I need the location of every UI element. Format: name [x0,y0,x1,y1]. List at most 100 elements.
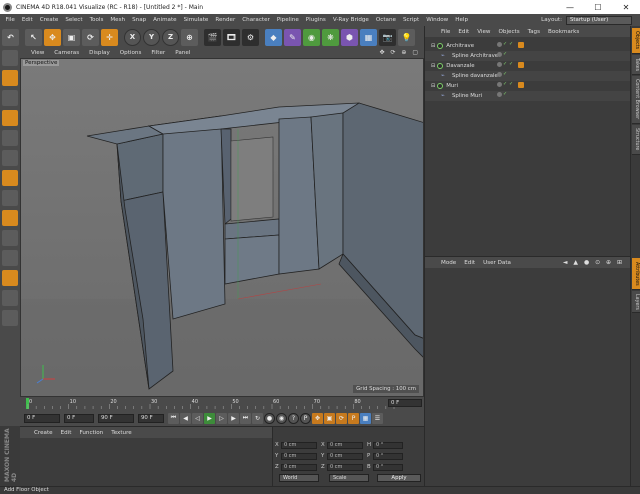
loop-icon[interactable]: ↻ [252,412,263,424]
y-axis-lock-button[interactable]: Y [143,28,160,46]
recent-tool-icon[interactable]: ✛ [101,28,118,46]
render-picture-viewer-icon[interactable]: 🎞 [223,28,240,46]
visibility-dot-icon[interactable] [497,92,502,97]
object-row-spline-davanzale[interactable]: ⌁ Spline davanzale ✓ [425,71,631,81]
collapse-toggle-icon[interactable]: ⊟ [431,83,435,89]
tab-structure[interactable]: Structure [632,125,640,155]
close-button[interactable]: ✕ [612,0,640,14]
visibility-dot-icon[interactable] [497,42,502,47]
move-key-icon[interactable]: ✥ [312,412,323,424]
start-frame-field[interactable]: 0 F [24,413,60,423]
size-z-field[interactable]: 0 cm [327,463,363,471]
preview-end-field[interactable]: 90 F [138,413,164,423]
render-view-icon[interactable]: 🎬 [204,28,221,46]
phong-tag-icon[interactable] [518,62,524,68]
coordinate-mode-dropdown[interactable]: World [279,474,319,482]
move-tool-icon[interactable]: ✥ [44,28,61,46]
material-menu-function[interactable]: Function [75,430,107,436]
menu-window[interactable]: Window [423,17,452,23]
visibility-dot-icon[interactable] [497,82,502,87]
maximize-button[interactable]: ☐ [584,0,612,14]
menu-file[interactable]: File [2,17,18,23]
object-row-davanzale[interactable]: ⊟ Davanzale ✓ ✓ [425,61,631,71]
tab-content-browser[interactable]: Content Browser [632,76,640,124]
model-mode-icon[interactable] [2,70,18,86]
enable-axis-icon[interactable] [2,190,18,206]
autokey-icon[interactable]: ◉ [276,412,287,424]
material-menu-edit[interactable]: Edit [57,430,76,436]
rotation-b-field[interactable]: 0 ° [373,463,403,471]
menu-snap[interactable]: Snap [129,17,150,23]
position-key-icon[interactable]: P [300,412,311,424]
viewport-menu-display[interactable]: Display [84,50,115,56]
phong-tag-icon[interactable] [518,42,524,48]
visibility-dot-icon[interactable] [497,62,502,67]
tab-layers[interactable]: Layers [632,291,640,313]
subdivision-surface-icon[interactable]: ◉ [303,28,320,46]
menu-pipeline[interactable]: Pipeline [273,17,302,23]
workplane-lock-icon[interactable] [2,270,18,286]
previous-key-icon[interactable]: ◀ [180,412,191,424]
cloner-icon[interactable]: ❋ [322,28,339,46]
layout-select[interactable]: Startup (User) [566,15,632,25]
rotation-p-field[interactable]: 0 ° [373,452,403,460]
make-editable-icon[interactable] [2,50,18,66]
floor-object-icon[interactable]: ▦ [360,28,377,46]
object-menu-tags[interactable]: Tags [524,29,544,35]
material-menu-create[interactable]: Create [30,430,57,436]
next-frame-icon[interactable]: ▷ [216,412,227,424]
rotation-h-field[interactable]: 0 ° [373,441,403,449]
menu-render[interactable]: Render [212,17,239,23]
enabled-check-icon[interactable]: ✓ [509,42,514,47]
camera-icon[interactable]: 📷 [379,28,396,46]
coordinate-system-icon[interactable]: ⊕ [181,28,198,46]
apply-button[interactable]: Apply [377,474,421,482]
go-to-start-icon[interactable]: ⏮ [168,412,179,424]
visibility-dot-icon[interactable] [497,72,502,77]
lock-workplane-icon[interactable] [2,310,18,326]
menu-select[interactable]: Select [62,17,86,23]
viewport-menu-cameras[interactable]: Cameras [49,50,84,56]
live-selection-icon[interactable]: ↖ [25,28,42,46]
menu-tools[interactable]: Tools [86,17,107,23]
enabled-check-icon[interactable]: ✓ [503,92,508,97]
perspective-viewport[interactable]: Perspective Grid Spacing : 100 cm [20,58,424,397]
x-axis-lock-button[interactable]: X [124,28,141,46]
edit-render-settings-icon[interactable]: ⚙ [242,28,259,46]
enabled-check-icon[interactable]: ✓ [509,62,514,67]
viewport-navigation-icons[interactable]: ✥ ⟳ ⊕ ▢ [380,49,420,56]
workplane-mode-icon[interactable] [2,110,18,126]
attribute-nav-icons[interactable]: ◄ ▲ ● ⊙ ⊕ ⊞ [563,259,624,266]
size-mode-dropdown[interactable]: Scale [329,474,369,482]
menu-edit[interactable]: Edit [18,17,36,23]
object-row-muri[interactable]: ⊟ Muri ✓ ✓ [425,81,631,91]
menu-character[interactable]: Character [239,17,274,23]
enabled-check-icon[interactable]: ✓ [503,62,508,67]
tab-takes[interactable]: Takes [632,55,640,75]
menu-plugins[interactable]: Plugins [302,17,329,23]
minimize-button[interactable]: — [556,0,584,14]
viewport-camera-label[interactable]: Perspective [23,60,60,66]
scale-tool-icon[interactable]: ▣ [63,28,80,46]
enabled-check-icon[interactable]: ✓ [503,42,508,47]
grid-icon[interactable] [2,290,18,306]
menu-animate[interactable]: Animate [150,17,180,23]
attribute-menu-mode[interactable]: Mode [437,260,460,266]
object-row-spline-architrave[interactable]: ⌁ Spline Architrave ✓ [425,51,631,61]
scale-key-icon[interactable]: ▣ [324,412,335,424]
object-menu-view[interactable]: View [473,29,494,35]
undo-icon[interactable]: ↶ [2,28,19,46]
edges-mode-icon[interactable] [2,150,18,166]
menu-help[interactable]: Help [452,17,472,23]
viewport-menu-options[interactable]: Options [115,50,147,56]
menu-simulate[interactable]: Simulate [180,17,212,23]
point-level-icon[interactable]: ▦ [360,412,371,424]
visibility-dot-icon[interactable] [497,52,502,57]
position-z-field[interactable]: 0 cm [281,463,317,471]
tweak-mode-icon[interactable] [2,210,18,226]
record-active-icon[interactable]: ● [264,412,275,424]
size-y-field[interactable]: 0 cm [327,452,363,460]
position-x-field[interactable]: 0 cm [281,441,317,449]
tab-objects[interactable]: Objects [632,28,640,54]
deformer-icon[interactable]: ⬢ [341,28,358,46]
